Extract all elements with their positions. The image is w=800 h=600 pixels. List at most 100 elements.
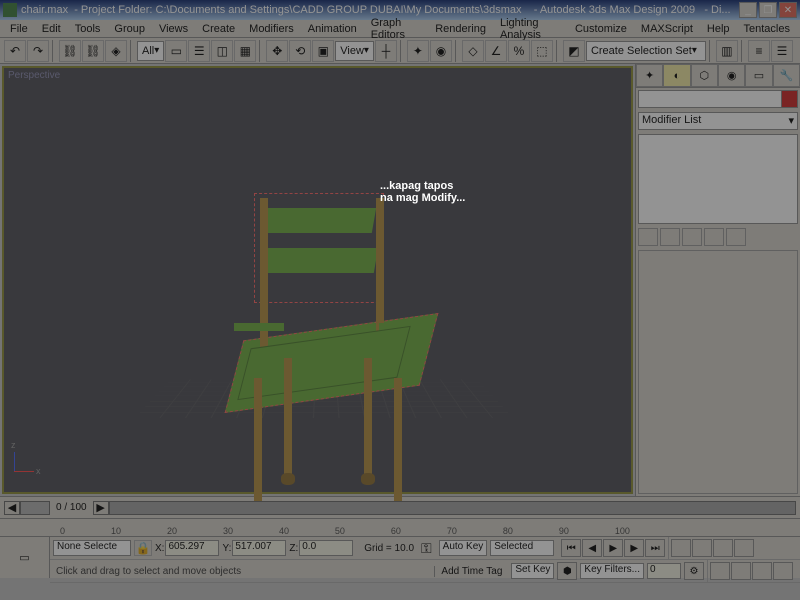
- configure-sets-button[interactable]: [726, 228, 746, 246]
- pin-stack-button[interactable]: [638, 228, 658, 246]
- menu-tools[interactable]: Tools: [69, 22, 107, 36]
- menu-rendering[interactable]: Rendering: [429, 22, 492, 36]
- menu-maxscript[interactable]: MAXScript: [635, 22, 699, 36]
- current-frame-field[interactable]: 0: [647, 563, 681, 579]
- link-button[interactable]: ⛓: [59, 40, 81, 62]
- menu-modifiers[interactable]: Modifiers: [243, 22, 300, 36]
- menu-lighting[interactable]: Lighting Analysis: [494, 16, 567, 42]
- zoom-extents-button[interactable]: [713, 539, 733, 557]
- y-coord-field[interactable]: 517.007: [232, 540, 286, 556]
- close-button[interactable]: ✕: [779, 2, 797, 18]
- arc-rotate-button[interactable]: [731, 562, 751, 580]
- goto-start-button[interactable]: ⏮: [561, 539, 581, 557]
- scale-button[interactable]: ▣: [312, 40, 334, 62]
- time-slider[interactable]: [20, 501, 50, 515]
- x-coord-field[interactable]: 605.297: [165, 540, 219, 556]
- mirror-button[interactable]: ▥: [716, 40, 738, 62]
- menu-file[interactable]: File: [4, 22, 34, 36]
- status-bar: ▭ None Selecte 🔒 X:605.297 Y:517.007 Z:0…: [0, 536, 800, 578]
- maxscript-listener-button[interactable]: ▭: [0, 537, 50, 578]
- refcoord-dropdown[interactable]: View ▾: [335, 41, 374, 61]
- lock-selection-button[interactable]: 🔒: [134, 540, 152, 556]
- rollout-area[interactable]: [638, 250, 798, 494]
- minimize-button[interactable]: _: [739, 2, 757, 18]
- select-button[interactable]: ▭: [165, 40, 187, 62]
- trackbar[interactable]: [109, 501, 796, 515]
- menu-customize[interactable]: Customize: [569, 22, 633, 36]
- align-button[interactable]: ≡: [748, 40, 770, 62]
- goto-end-button[interactable]: ⏭: [645, 539, 665, 557]
- maximize-button[interactable]: ❐: [759, 2, 777, 18]
- selection-set-dropdown[interactable]: Create Selection Set ▾: [586, 41, 706, 61]
- zoom-button[interactable]: [671, 539, 691, 557]
- viewport-perspective[interactable]: Perspective z x: [2, 66, 633, 494]
- walk-button[interactable]: [773, 562, 793, 580]
- redo-button[interactable]: ↷: [27, 40, 49, 62]
- select-name-button[interactable]: ☰: [188, 40, 210, 62]
- modifier-list-dropdown[interactable]: Modifier List▾: [638, 112, 798, 130]
- main-toolbar: ↶ ↷ ⛓ ⛓ ◈ All ▾ ▭ ☰ ◫ ▦ ✥ ⟲ ▣ View ▾ ┼ ✦…: [0, 38, 800, 64]
- autokey-button[interactable]: Auto Key: [439, 540, 488, 556]
- prev-key-button[interactable]: ◀: [582, 539, 602, 557]
- selection-filter[interactable]: All ▾: [137, 41, 164, 61]
- spinner-snap-button[interactable]: ⬚: [531, 40, 553, 62]
- zoom-all-button[interactable]: [692, 539, 712, 557]
- menu-edit[interactable]: Edit: [36, 22, 67, 36]
- menu-tentacles[interactable]: Tentacles: [738, 22, 796, 36]
- object-name-field[interactable]: [638, 90, 798, 108]
- chair-object[interactable]: [224, 178, 424, 518]
- object-color-swatch[interactable]: [781, 91, 797, 107]
- menu-help[interactable]: Help: [701, 22, 736, 36]
- select-region-button[interactable]: ◫: [211, 40, 233, 62]
- menu-animation[interactable]: Animation: [302, 22, 363, 36]
- remove-modifier-button[interactable]: [704, 228, 724, 246]
- rotate-button[interactable]: ⟲: [289, 40, 311, 62]
- axis-tripod: z x: [14, 452, 15, 472]
- keymode-button[interactable]: ◉: [430, 40, 452, 62]
- unlink-button[interactable]: ⛓: [82, 40, 104, 62]
- next-frame-button[interactable]: ▶: [93, 501, 109, 515]
- fov-button[interactable]: [734, 539, 754, 557]
- menu-grapheditors[interactable]: Graph Editors: [365, 16, 428, 42]
- z-coord-field[interactable]: 0.0: [299, 540, 353, 556]
- command-panel: ✦ ◐ ⬡ ◉ ▭ 🔧 Modifier List▾: [635, 64, 800, 496]
- object-name-input[interactable]: [639, 91, 781, 107]
- display-tab[interactable]: ▭: [745, 64, 772, 87]
- next-key-button[interactable]: ▶: [624, 539, 644, 557]
- window-crossing-button[interactable]: ▦: [234, 40, 256, 62]
- manipulate-button[interactable]: ✦: [407, 40, 429, 62]
- snap-button[interactable]: ◇: [462, 40, 484, 62]
- timeconfig-button[interactable]: ⚙: [684, 562, 704, 580]
- layers-button[interactable]: ☰: [771, 40, 793, 62]
- chair-leg: [364, 358, 372, 478]
- maximize-viewport-button[interactable]: [752, 562, 772, 580]
- percent-snap-button[interactable]: %: [508, 40, 530, 62]
- motion-tab[interactable]: ◉: [718, 64, 745, 87]
- prev-frame-button[interactable]: ◀: [4, 501, 20, 515]
- key-button[interactable]: ⬢: [557, 562, 577, 580]
- bind-button[interactable]: ◈: [105, 40, 127, 62]
- angle-snap-button[interactable]: ∠: [485, 40, 507, 62]
- pan-button[interactable]: [710, 562, 730, 580]
- setkey-button[interactable]: Set Key: [511, 563, 554, 579]
- menu-views[interactable]: Views: [153, 22, 194, 36]
- keymode-dropdown[interactable]: Selected: [490, 540, 554, 556]
- keyfilters-button[interactable]: Key Filters...: [580, 563, 644, 579]
- frame-counter: 0 / 100: [56, 502, 87, 513]
- pivot-button[interactable]: ┼: [375, 40, 397, 62]
- utilities-tab[interactable]: 🔧: [773, 64, 800, 87]
- add-time-tag[interactable]: Add Time Tag: [434, 566, 508, 577]
- make-unique-button[interactable]: [682, 228, 702, 246]
- create-tab[interactable]: ✦: [636, 64, 663, 87]
- named-selset-button[interactable]: ◩: [563, 40, 585, 62]
- modify-tab[interactable]: ◐: [663, 64, 690, 87]
- undo-button[interactable]: ↶: [4, 40, 26, 62]
- menu-group[interactable]: Group: [108, 22, 151, 36]
- modifier-stack[interactable]: [638, 134, 798, 224]
- move-button[interactable]: ✥: [266, 40, 288, 62]
- play-button[interactable]: ▶: [603, 539, 623, 557]
- menu-create[interactable]: Create: [196, 22, 241, 36]
- show-end-result-button[interactable]: [660, 228, 680, 246]
- hierarchy-tab[interactable]: ⬡: [691, 64, 718, 87]
- selection-status: None Selecte: [53, 540, 131, 556]
